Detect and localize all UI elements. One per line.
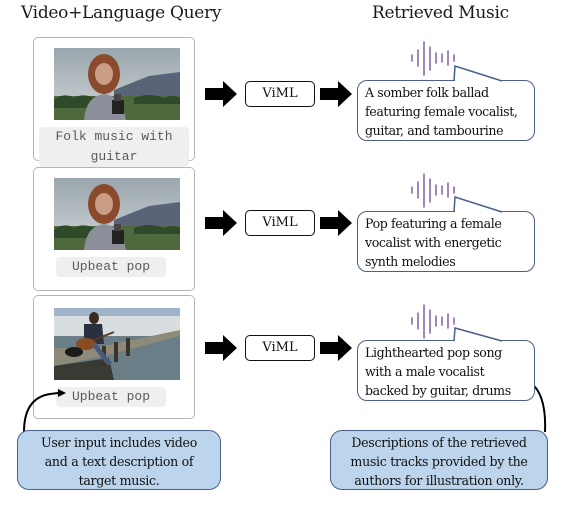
speech-tail-icon <box>453 327 503 342</box>
note-line: authors for illustration only. <box>354 473 524 488</box>
input-explanation-note: User input includes video and a text des… <box>17 430 221 490</box>
note-line: music tracks provided by the <box>350 454 528 469</box>
note-line: Descriptions of the retrieved <box>351 435 527 450</box>
note-line: User input includes video <box>41 435 197 450</box>
note-line: target music. <box>78 473 160 488</box>
speech-tail-icon <box>453 64 503 82</box>
output-explanation-note: Descriptions of the retrieved music trac… <box>330 430 548 490</box>
note-line: and a text description of <box>44 454 194 469</box>
speech-tail-icon <box>453 195 503 213</box>
